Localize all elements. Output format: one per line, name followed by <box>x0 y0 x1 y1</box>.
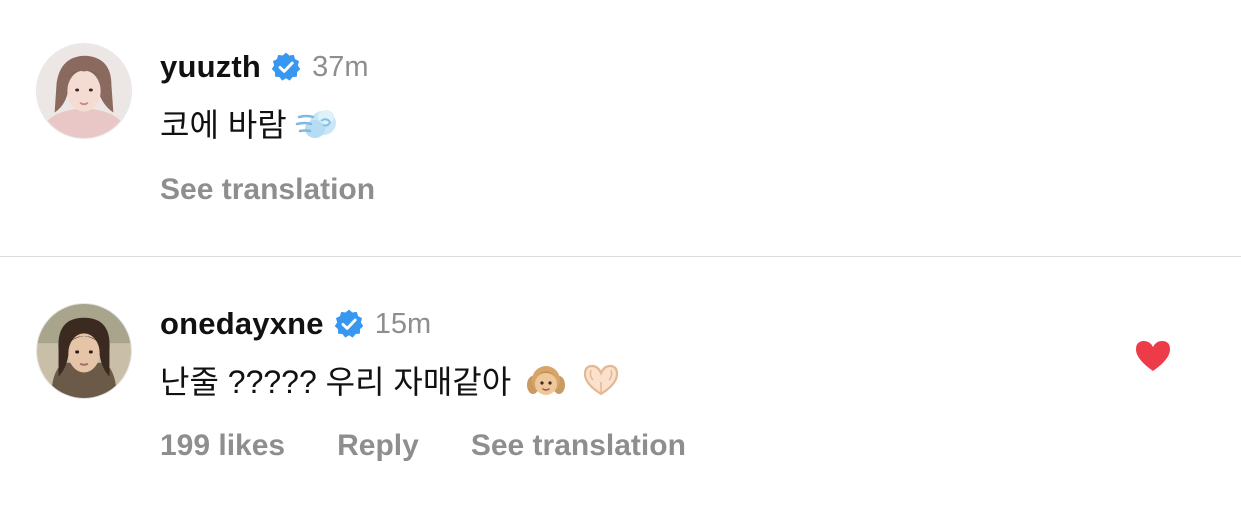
see-translation-button[interactable]: See translation <box>471 429 686 463</box>
username[interactable]: onedayxne <box>160 306 324 342</box>
comment-item: yuuzth 37m 코에 바람 See translation <box>0 0 1241 256</box>
comment-text: 난줄 ????? 우리 자매같아 <box>160 364 512 400</box>
dashing-away-emoji-icon <box>295 103 339 143</box>
timestamp: 37m <box>312 50 369 83</box>
likes-count-button[interactable]: 199 likes <box>160 429 285 463</box>
verified-badge-icon <box>270 51 302 83</box>
comment-actions: 199 likes Reply See translation <box>160 426 686 466</box>
verified-badge-icon <box>333 308 365 340</box>
see-translation-button[interactable]: See translation <box>160 173 375 207</box>
avatar-image <box>37 304 131 398</box>
reply-button[interactable]: Reply <box>337 429 419 463</box>
username[interactable]: yuuzth <box>160 49 261 85</box>
timestamp: 15m <box>374 307 432 340</box>
avatar[interactable] <box>36 43 132 139</box>
comment-text-row: 코에 바람 <box>160 99 339 147</box>
comment-actions: See translation <box>160 170 375 210</box>
heart-hands-emoji-icon <box>579 360 623 400</box>
comment-item: onedayxne 15m 난줄 ????? 우리 자매같아 199 likes… <box>0 257 1241 532</box>
comment-text-row: 난줄 ????? 우리 자매같아 <box>160 356 623 404</box>
avatar[interactable] <box>36 303 132 399</box>
comment-header: onedayxne 15m <box>160 304 431 344</box>
avatar-image <box>37 44 131 138</box>
comment-header: yuuzth 37m <box>160 47 369 87</box>
heart-icon[interactable] <box>1134 339 1172 373</box>
comment-text: 코에 바람 <box>160 107 287 143</box>
girl-emoji-icon <box>525 359 567 401</box>
